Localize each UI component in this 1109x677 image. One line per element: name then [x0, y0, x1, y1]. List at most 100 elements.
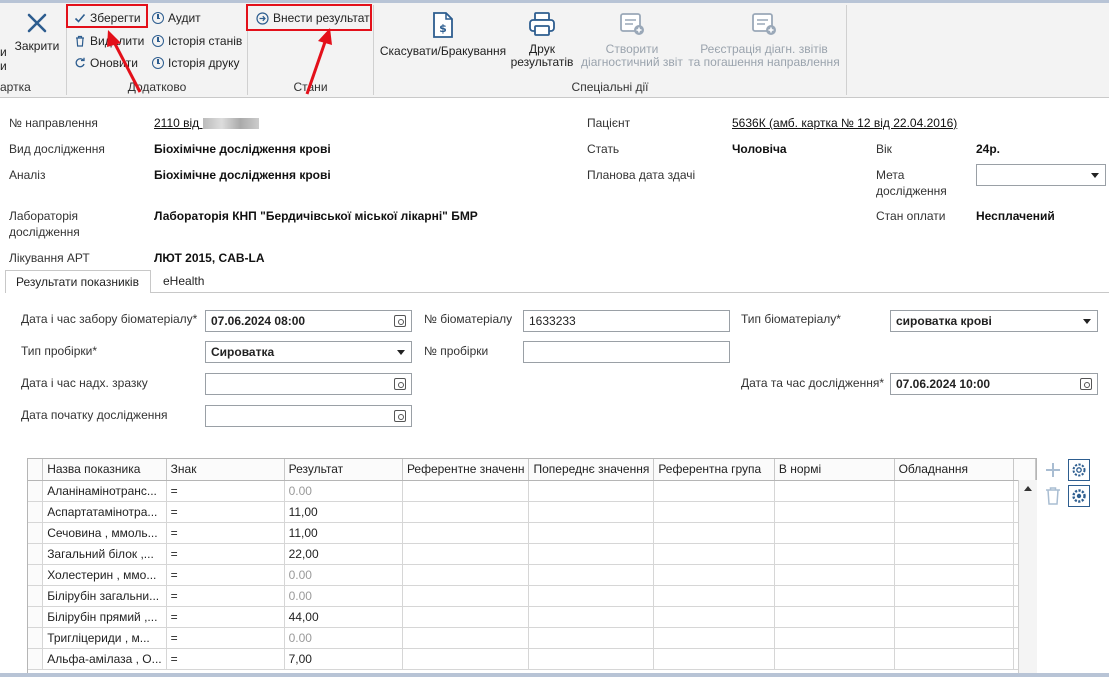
cell-previous[interactable] [528, 648, 655, 670]
col-header-name[interactable]: Назва показника [42, 459, 167, 481]
cell-name[interactable]: Альфа-амілаза , О... [42, 648, 167, 670]
table-row[interactable]: Білірубін прямий ,... = 44,00 [28, 606, 1036, 628]
cell-reference[interactable] [402, 606, 530, 628]
goal-select[interactable] [976, 164, 1106, 186]
cell-name[interactable]: Тригліцериди , м... [42, 627, 167, 649]
cell-in-norm[interactable] [774, 564, 895, 586]
bio-type-select[interactable]: сироватка крові [890, 310, 1098, 332]
history-states-button[interactable]: Історія станів [152, 34, 242, 48]
gear-settings-icon[interactable] [1068, 485, 1090, 507]
audit-button[interactable]: Аудит [152, 11, 201, 25]
calendar-clock-icon[interactable] [394, 410, 406, 422]
tab-results[interactable]: Результати показників [5, 270, 151, 293]
cell-equipment[interactable] [894, 480, 1014, 502]
cell-previous[interactable] [528, 564, 655, 586]
col-header-equipment[interactable]: Обладнання [894, 459, 1014, 481]
cell-reference[interactable] [402, 585, 530, 607]
delete-row-icon[interactable] [1044, 486, 1062, 506]
table-row[interactable]: Сечовина , ммоль... = 11,00 [28, 522, 1036, 544]
cell-result[interactable]: 44,00 [284, 606, 403, 628]
cell-previous[interactable] [528, 522, 655, 544]
history-print-button[interactable]: Історія друку [152, 56, 239, 70]
cell-name[interactable]: Білірубін загальни... [42, 585, 167, 607]
cell-name[interactable]: Загальний білок ,... [42, 543, 167, 565]
calendar-clock-icon[interactable] [394, 378, 406, 390]
cell-reference[interactable] [402, 522, 530, 544]
scroll-up-arrow-icon[interactable] [1024, 486, 1032, 491]
col-header-reference[interactable]: Референтне значенн [402, 459, 530, 481]
bio-no-input[interactable]: 1633233 [523, 310, 730, 332]
settings-gear-icon[interactable] [1068, 459, 1090, 481]
add-row-icon[interactable] [1043, 460, 1063, 480]
calendar-clock-icon[interactable] [1080, 378, 1092, 390]
col-header-in-norm[interactable]: В нормі [774, 459, 895, 481]
cell-name[interactable]: Сечовина , ммоль... [42, 522, 167, 544]
cell-reference[interactable] [402, 543, 530, 565]
cell-result[interactable]: 0.00 [284, 480, 403, 502]
cell-previous[interactable] [528, 585, 655, 607]
cell-result[interactable]: 7,00 [284, 648, 403, 670]
table-row[interactable]: Аланінамінотранс... = 0.00 [28, 480, 1036, 502]
cell-reference[interactable] [402, 480, 530, 502]
cell-sign[interactable]: = [166, 627, 285, 649]
cell-ref-group[interactable] [653, 606, 775, 628]
cell-reference[interactable] [402, 564, 530, 586]
table-row[interactable]: Холестерин , ммо... = 0.00 [28, 564, 1036, 586]
cell-result[interactable]: 0.00 [284, 564, 403, 586]
cell-ref-group[interactable] [653, 522, 775, 544]
cell-sign[interactable]: = [166, 564, 285, 586]
tube-no-input[interactable] [523, 341, 730, 363]
cell-previous[interactable] [528, 543, 655, 565]
cell-equipment[interactable] [894, 564, 1014, 586]
cell-previous[interactable] [528, 480, 655, 502]
cell-result[interactable]: 11,00 [284, 522, 403, 544]
col-header-ref-group[interactable]: Референтна група [653, 459, 775, 481]
cell-sign[interactable]: = [166, 585, 285, 607]
cell-result[interactable]: 22,00 [284, 543, 403, 565]
cell-in-norm[interactable] [774, 501, 895, 523]
referral-link[interactable]: 2110 від [154, 115, 259, 131]
cell-sign[interactable]: = [166, 648, 285, 670]
cell-ref-group[interactable] [653, 501, 775, 523]
register-reports-button[interactable]: Реєстрація діагн. звітів та погашення на… [686, 11, 842, 69]
col-header-sign[interactable]: Знак [166, 459, 285, 481]
cancel-reject-button[interactable]: $ Скасувати/Бракування [378, 11, 508, 58]
research-dt-input[interactable]: 07.06.2024 10:00 [890, 373, 1098, 395]
vertical-scrollbar[interactable] [1018, 480, 1037, 677]
create-diag-report-button[interactable]: Створити діагностичний звіт [580, 11, 684, 69]
table-row[interactable]: Альфа-амілаза , О... = 7,00 [28, 648, 1036, 670]
arrival-dt-input[interactable] [205, 373, 412, 395]
cell-name[interactable]: Білірубін прямий ,... [42, 606, 167, 628]
cell-equipment[interactable] [894, 543, 1014, 565]
delete-button[interactable]: Видалити [74, 34, 144, 48]
cell-previous[interactable] [528, 627, 655, 649]
calendar-clock-icon[interactable] [394, 315, 406, 327]
cell-sign[interactable]: = [166, 501, 285, 523]
cell-previous[interactable] [528, 606, 655, 628]
col-header-result[interactable]: Результат [284, 459, 403, 481]
cell-equipment[interactable] [894, 648, 1014, 670]
cell-in-norm[interactable] [774, 606, 895, 628]
cell-ref-group[interactable] [653, 543, 775, 565]
cell-in-norm[interactable] [774, 627, 895, 649]
cell-ref-group[interactable] [653, 585, 775, 607]
cell-reference[interactable] [402, 501, 530, 523]
cell-in-norm[interactable] [774, 522, 895, 544]
table-row[interactable]: Аспартатамінотра... = 11,00 [28, 501, 1036, 523]
patient-link[interactable]: 5636К (амб. картка № 12 від 22.04.2016) [732, 115, 957, 131]
col-header-previous[interactable]: Попереднє значення [528, 459, 655, 481]
close-button[interactable]: Закрити [12, 12, 62, 53]
cell-ref-group[interactable] [653, 648, 775, 670]
tab-ehealth[interactable]: eHealth [153, 270, 214, 293]
cell-in-norm[interactable] [774, 648, 895, 670]
cell-in-norm[interactable] [774, 585, 895, 607]
cell-result[interactable]: 0.00 [284, 627, 403, 649]
table-row[interactable]: Тригліцериди , м... = 0.00 [28, 627, 1036, 649]
cell-in-norm[interactable] [774, 543, 895, 565]
cell-ref-group[interactable] [653, 480, 775, 502]
cell-equipment[interactable] [894, 501, 1014, 523]
cell-ref-group[interactable] [653, 627, 775, 649]
print-results-button[interactable]: Друк результатів [508, 11, 576, 69]
cell-equipment[interactable] [894, 585, 1014, 607]
cell-reference[interactable] [402, 627, 530, 649]
